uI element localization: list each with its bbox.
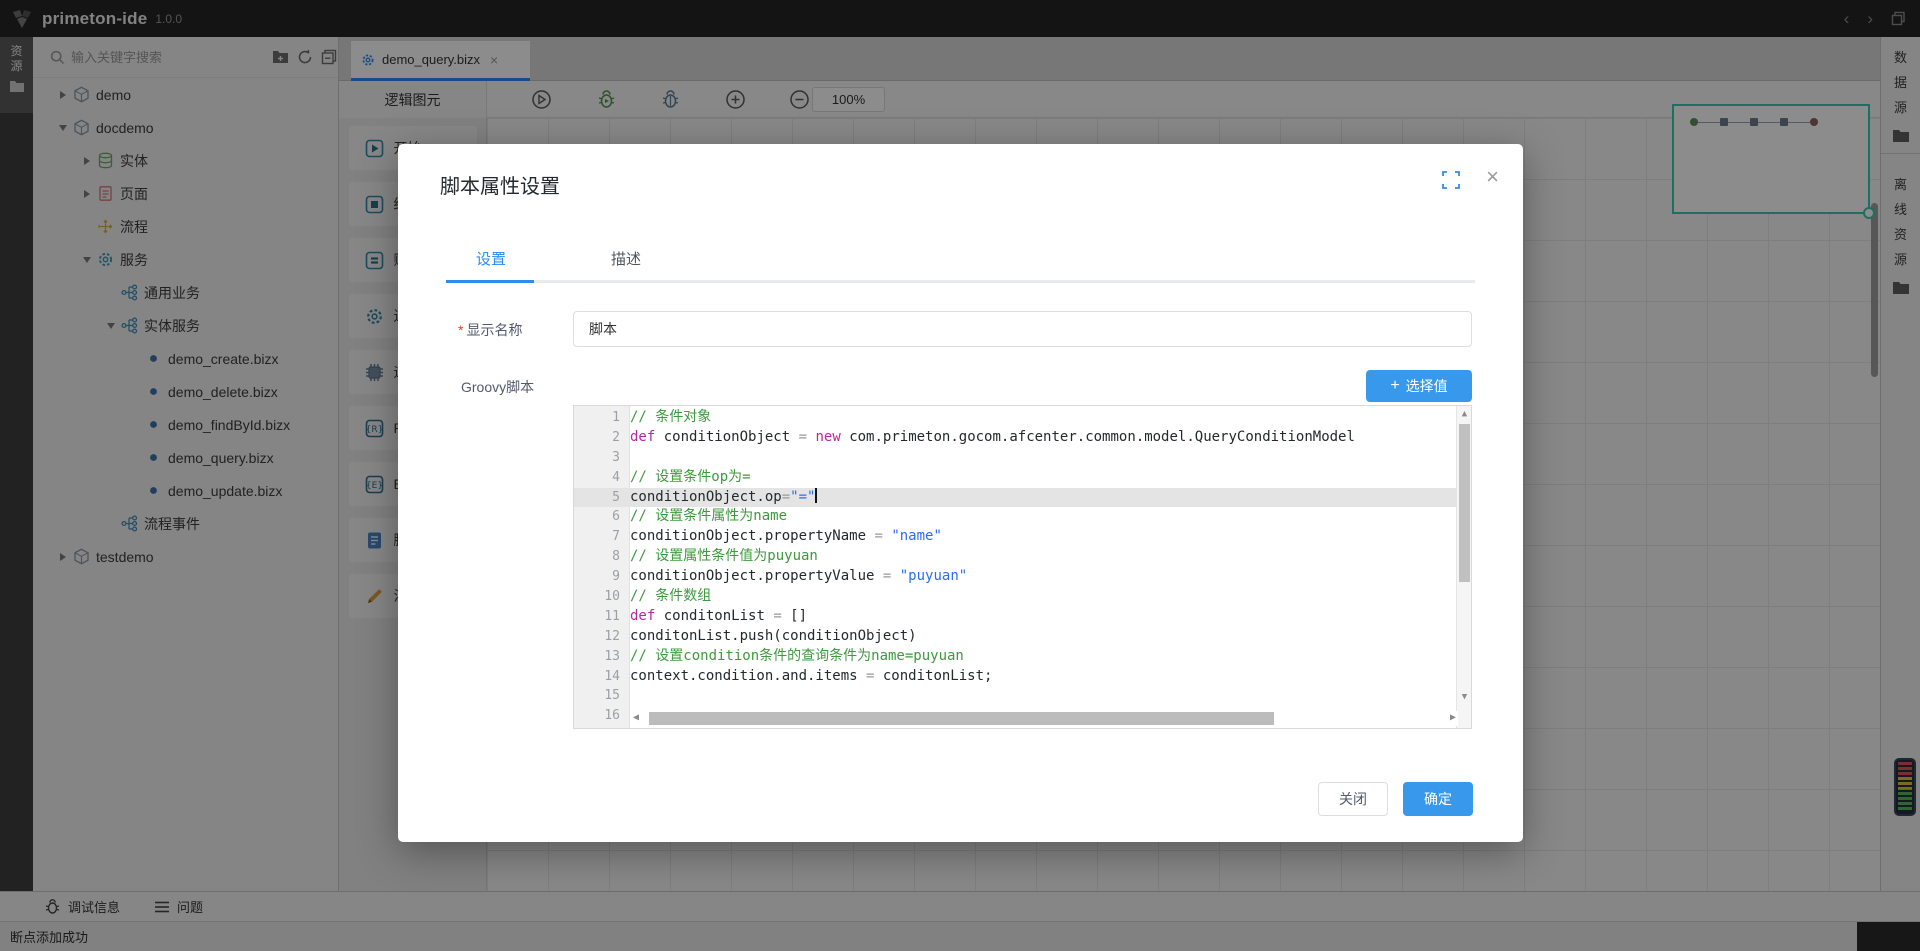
line-content: // 条件数组 xyxy=(630,587,711,607)
line-content: // 设置属性条件值为puyuan xyxy=(630,547,818,567)
plus-icon: + xyxy=(1390,378,1399,394)
code-line-14[interactable]: 14context.condition.and.items = conditon… xyxy=(574,667,1457,687)
line-content: // 设置condition条件的查询条件为name=puyuan xyxy=(630,647,964,667)
line-number: 10 xyxy=(574,587,630,607)
editor-vertical-scrollbar[interactable]: ▲ ▼ xyxy=(1456,406,1471,729)
code-lines: 1// 条件对象2def conditionObject = new com.p… xyxy=(574,408,1457,726)
code-line-11[interactable]: 11def conditonList = [] xyxy=(574,607,1457,627)
vertical-scroll-thumb[interactable] xyxy=(1459,424,1470,582)
line-number: 4 xyxy=(574,468,630,488)
line-content: conditionObject.propertyName = "name" xyxy=(630,527,942,547)
line-number: 14 xyxy=(574,667,630,687)
line-number: 15 xyxy=(574,686,630,706)
scroll-up-icon[interactable]: ▲ xyxy=(1457,409,1472,419)
app-window: primeton-ide 1.0.0 ‹ › 资源 xyxy=(0,0,1920,951)
line-number: 12 xyxy=(574,627,630,647)
scroll-right-icon[interactable]: ▶ xyxy=(1450,712,1456,723)
groovy-code-editor[interactable]: 1// 条件对象2def conditionObject = new com.p… xyxy=(573,405,1472,729)
code-line-3[interactable]: 3 xyxy=(574,448,1457,468)
line-number: 13 xyxy=(574,647,630,667)
line-number: 1 xyxy=(574,408,630,428)
tab-description[interactable]: 描述 xyxy=(611,248,641,269)
line-content: conditionObject.op="=" xyxy=(630,488,817,508)
line-number: 3 xyxy=(574,448,630,468)
code-line-12[interactable]: 12conditonList.push(conditionObject) xyxy=(574,627,1457,647)
line-content: conditionObject.propertyValue = "puyuan" xyxy=(630,567,967,587)
code-line-1[interactable]: 1// 条件对象 xyxy=(574,408,1457,428)
scroll-left-icon[interactable]: ◀ xyxy=(633,712,639,723)
text-cursor xyxy=(815,488,817,503)
code-line-8[interactable]: 8// 设置属性条件值为puyuan xyxy=(574,547,1457,567)
script-properties-dialog: 脚本属性设置 × 设置 描述 *显示名称 Groovy脚本 + 选择值 1// … xyxy=(398,144,1523,842)
line-number: 6 xyxy=(574,507,630,527)
code-line-10[interactable]: 10// 条件数组 xyxy=(574,587,1457,607)
code-line-13[interactable]: 13// 设置condition条件的查询条件为name=puyuan xyxy=(574,647,1457,667)
display-name-label: *显示名称 xyxy=(458,320,558,340)
display-name-row: *显示名称 xyxy=(398,311,1523,347)
line-content: conditonList.push(conditionObject) xyxy=(630,627,917,647)
dialog-title: 脚本属性设置 xyxy=(440,170,560,199)
line-content: def conditionObject = new com.primeton.g… xyxy=(630,428,1355,448)
display-name-input[interactable] xyxy=(573,311,1472,347)
editor-horizontal-scrollbar[interactable]: ◀ ▶ xyxy=(631,711,1458,726)
required-mark: * xyxy=(458,322,463,338)
line-content: // 设置条件op为= xyxy=(630,468,751,488)
line-number: 9 xyxy=(574,567,630,587)
code-line-4[interactable]: 4// 设置条件op为= xyxy=(574,468,1457,488)
tab-active-indicator xyxy=(446,280,534,283)
code-line-15[interactable]: 15 xyxy=(574,686,1457,706)
line-number: 11 xyxy=(574,607,630,627)
groovy-script-label: Groovy脚本 xyxy=(461,377,534,397)
line-number: 8 xyxy=(574,547,630,567)
tab-settings[interactable]: 设置 xyxy=(476,248,506,269)
code-line-2[interactable]: 2def conditionObject = new com.primeton.… xyxy=(574,428,1457,448)
close-button[interactable]: 关闭 xyxy=(1318,782,1388,816)
line-content: // 条件对象 xyxy=(630,408,711,428)
code-line-6[interactable]: 6// 设置条件属性为name xyxy=(574,507,1457,527)
line-number: 16 xyxy=(574,706,630,726)
line-number: 5 xyxy=(574,488,630,508)
line-content: // 设置条件属性为name xyxy=(630,507,787,527)
line-number: 2 xyxy=(574,428,630,448)
scroll-down-icon[interactable]: ▼ xyxy=(1457,692,1472,702)
line-number: 7 xyxy=(574,527,630,547)
code-line-5[interactable]: 5conditionObject.op="=" xyxy=(574,488,1457,508)
fullscreen-icon[interactable] xyxy=(1441,170,1461,190)
choose-value-button[interactable]: + 选择值 xyxy=(1366,370,1472,402)
line-content: context.condition.and.items = conditonLi… xyxy=(630,667,992,687)
close-icon[interactable]: × xyxy=(1486,166,1499,188)
line-content: def conditonList = [] xyxy=(630,607,807,627)
ok-button[interactable]: 确定 xyxy=(1403,782,1473,816)
code-line-9[interactable]: 9conditionObject.propertyValue = "puyuan… xyxy=(574,567,1457,587)
tab-track xyxy=(446,280,1475,283)
horizontal-scroll-thumb[interactable] xyxy=(649,712,1274,725)
code-line-7[interactable]: 7conditionObject.propertyName = "name" xyxy=(574,527,1457,547)
dialog-tabs: 设置 描述 xyxy=(446,240,1475,284)
